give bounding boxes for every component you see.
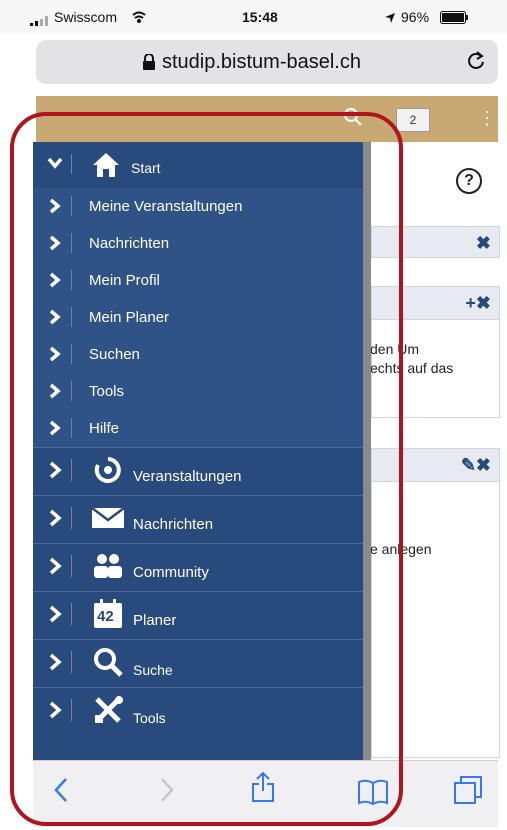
widget-header-3: ✎✖ [371,448,500,482]
clock: 15:48 [242,9,278,25]
separator [71,233,72,253]
tools-icon [93,695,125,730]
envelope-icon [91,507,125,534]
menu-subitem-label: Hilfe [89,420,120,437]
background-text-1: den Um [370,341,420,357]
chevron-right-icon [47,272,63,293]
drawer-scroll-edge [363,142,371,760]
menu-item-community[interactable]: Community [33,543,363,592]
chevron-down-icon [47,155,63,176]
target-icon [93,455,123,490]
add-close-icons[interactable]: +✖ [465,293,491,314]
chevron-right-icon [47,461,63,484]
separator [71,344,72,364]
magnifier-icon [93,647,123,682]
menu-subitem-hilfe[interactable]: Hilfe [33,410,363,448]
separator [71,154,72,174]
battery-percent: 96% [401,9,430,25]
more-vertical-icon[interactable]: ⋮ [478,108,496,129]
separator [71,381,72,401]
people-icon [91,553,125,584]
menu-subitem-mein-profil[interactable]: Mein Profil [33,262,363,300]
reload-icon[interactable] [466,50,486,78]
menu-subitem-nachrichten[interactable]: Nachrichten [33,225,363,263]
menu-subitem-label: Meine Veranstaltungen [89,198,243,215]
menu-item-nachrichten[interactable]: Nachrichten [33,495,363,544]
widget-body-3 [371,481,500,758]
chevron-right-icon [47,509,63,532]
edit-close-icons[interactable]: ✎✖ [461,455,491,476]
menu-item-label: Community [133,564,209,581]
menu-item-suche[interactable]: Suche [33,639,363,688]
menu-item-tools[interactable]: Tools [33,687,363,735]
menu-item-label: Tools [133,710,166,726]
menu-subitem-tools[interactable]: Tools [33,373,363,411]
separator [71,555,72,577]
separator [71,307,72,327]
carrier-label: Swisscom [54,9,118,25]
home-icon [91,151,121,184]
chevron-right-icon [47,198,63,219]
separator [71,418,72,438]
wifi-icon [131,10,147,27]
share-icon[interactable] [251,771,275,810]
separator [71,603,72,625]
menu-subitem-label: Mein Profil [89,272,160,289]
app-header: 2 ⋮ [36,96,498,142]
chevron-right-icon [47,701,63,724]
separator [71,507,72,529]
chevron-right-icon [47,309,63,330]
menu-subitem-label: Suchen [89,346,140,363]
menu-item-label: Suche [133,662,173,678]
forward-icon[interactable] [159,777,175,810]
separator [71,699,72,721]
chevron-right-icon [47,653,63,676]
back-icon[interactable] [53,777,69,810]
chevron-right-icon [47,346,63,367]
chevron-right-icon [47,557,63,580]
widget-header-1: ✖ [371,226,500,258]
notification-badge[interactable]: 2 [396,108,430,132]
chevron-right-icon [47,383,63,404]
close-icon[interactable]: ✖ [476,233,491,254]
chevron-right-icon [47,605,63,628]
signal-icon [30,13,52,29]
tabs-icon[interactable] [453,775,483,812]
menu-item-planer[interactable]: 42 Planer [33,591,363,640]
menu-item-label: Start [131,160,161,176]
menu-item-label: Nachrichten [133,516,214,533]
menu-subitem-mein-planer[interactable]: Mein Planer [33,299,363,337]
menu-item-label: Planer [133,612,177,629]
url-text: studip.bistum-basel.ch [162,51,361,73]
separator [71,270,72,290]
status-bar: Swisscom 15:48 96% [0,0,507,34]
chevron-right-icon [47,235,63,256]
menu-item-label: Veranstaltungen [133,468,242,485]
bookmarks-icon[interactable] [357,779,389,812]
help-icon[interactable]: ? [456,168,482,194]
calendar-icon: 42 [93,599,123,629]
location-arrow-icon [384,11,396,27]
menu-subitem-label: Mein Planer [89,309,170,326]
menu-item-start[interactable]: Start [33,142,363,189]
calendar-icon-number: 42 [97,608,114,625]
navigation-drawer: Start Meine Veranstaltungen Nachrichten … [33,142,371,760]
separator [71,196,72,216]
widget-header-2: +✖ [371,286,500,320]
menu-subitem-label: Nachrichten [89,235,170,252]
separator [71,459,72,481]
lock-icon [142,53,156,75]
search-icon[interactable] [344,108,362,131]
menu-item-veranstaltungen[interactable]: Veranstaltungen [33,447,363,496]
menu-subitem-label: Tools [89,383,125,400]
separator [71,651,72,673]
address-bar[interactable]: studip.bistum-basel.ch [36,40,498,84]
chevron-right-icon [47,420,63,441]
menu-subitem-meine-veranstaltungen[interactable]: Meine Veranstaltungen [33,188,363,226]
battery-icon [440,11,470,27]
background-text-3: e anlegen [370,541,432,557]
browser-toolbar [33,760,498,827]
background-text-2: echts auf das [370,360,454,376]
menu-subitem-suchen[interactable]: Suchen [33,336,363,374]
